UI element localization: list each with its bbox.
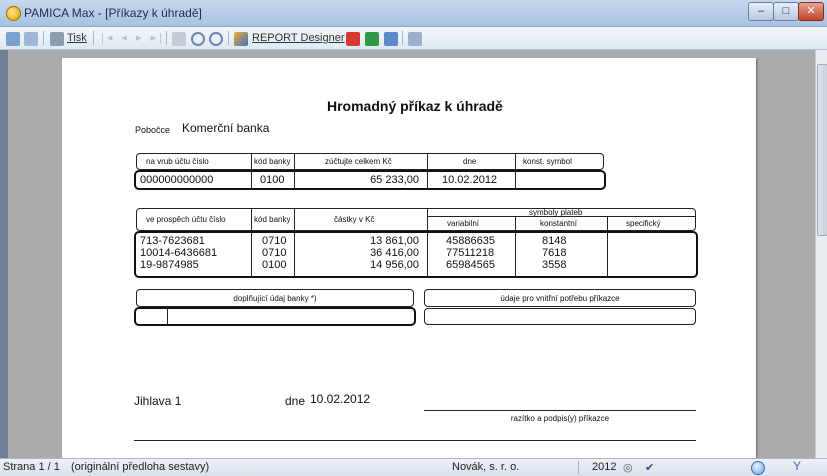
footer-line xyxy=(134,440,696,441)
database-icon[interactable]: ◎ xyxy=(623,461,633,474)
page-view-icon[interactable] xyxy=(172,32,186,46)
signature-label: razítko a podpis(y) příkazce xyxy=(510,414,610,423)
credit-account: 713-7623681 xyxy=(140,235,205,247)
debit-header-account: na vrub účtu číslo xyxy=(146,157,209,166)
help-icon[interactable] xyxy=(408,32,422,46)
status-company: Novák, s. r. o. xyxy=(452,461,520,473)
credit-constant-symbol: 7618 xyxy=(542,247,567,259)
document-page: Hromadný příkaz k úhradě Pobočce Komerčn… xyxy=(62,58,756,462)
zoom-out-icon[interactable] xyxy=(209,32,223,46)
debit-header-const: konst. symbol xyxy=(523,157,572,166)
credit-bank-code: 0710 xyxy=(262,235,287,247)
credit-header-account: ve prospěch účtu číslo xyxy=(146,215,226,224)
credit-amount: 13 861,00 xyxy=(370,235,419,247)
credit-header-symbols: symboly plateb xyxy=(529,208,583,217)
credit-variable-symbol: 45886635 xyxy=(446,235,495,247)
status-year: 2012 xyxy=(592,461,617,473)
status-template: (originální předloha sestavy) xyxy=(71,461,210,473)
maximize-button[interactable]: □ xyxy=(773,2,799,21)
print-button[interactable]: Tisk xyxy=(67,30,87,46)
credit-account: 10014-6436681 xyxy=(140,247,218,259)
antenna-icon[interactable]: Y xyxy=(793,459,801,473)
app-icon[interactable] xyxy=(6,6,21,21)
credit-header-bank: kód banky xyxy=(254,215,291,224)
credit-header-variable: variabilní xyxy=(447,219,480,228)
pen-icon[interactable]: ✔ xyxy=(645,461,654,474)
refresh-icon[interactable] xyxy=(24,32,38,46)
toolbar-separator xyxy=(402,31,403,45)
credit-bank-code: 0710 xyxy=(262,247,287,259)
date-label: dne xyxy=(285,394,306,408)
printer-icon[interactable] xyxy=(50,32,64,46)
toolbar-separator xyxy=(93,31,94,45)
place: Jihlava 1 xyxy=(134,394,182,408)
credit-variable-symbol: 77511218 xyxy=(446,247,495,259)
bank-info-label: doplňující údaj banky *) xyxy=(233,294,317,303)
bank-info-value-box xyxy=(134,307,416,326)
toolbar-separator xyxy=(166,31,167,45)
close-button[interactable]: ✕ xyxy=(798,2,824,21)
debit-account: 000000000000 xyxy=(140,174,214,186)
window-title: PAMICA Max - [Příkazy k úhradě] xyxy=(24,6,202,20)
debit-total: 65 233,00 xyxy=(370,174,419,186)
credit-amount: 36 416,00 xyxy=(370,247,419,259)
toolbar-separator xyxy=(43,31,44,45)
credit-constant-symbol: 3558 xyxy=(542,259,567,271)
status-page: Strana 1 / 1 xyxy=(3,461,60,473)
internal-label: údaje pro vnitřní potřebu příkazce xyxy=(500,294,620,303)
first-page-icon[interactable] xyxy=(6,32,20,46)
debit-date: 10.02.2012 xyxy=(442,174,498,186)
branch-value: Komerční banka xyxy=(182,121,270,135)
toolbar-separator xyxy=(228,31,229,45)
branch-label: Pobočce xyxy=(135,125,171,135)
document-title: Hromadný příkaz k úhradě xyxy=(327,98,503,114)
credit-header-constant: konstantní xyxy=(540,219,577,228)
credit-constant-symbol: 8148 xyxy=(542,235,567,247)
report-designer-icon[interactable] xyxy=(234,32,248,46)
debit-header-bank: kód banky xyxy=(254,157,291,166)
credit-account: 19-9874985 xyxy=(140,259,199,271)
status-bar: Strana 1 / 1 (originální předloha sestav… xyxy=(0,458,827,476)
credit-amount: 14 956,00 xyxy=(370,259,419,271)
export-icon[interactable] xyxy=(384,32,398,46)
signature-line xyxy=(424,410,696,411)
scrollbar-thumb[interactable] xyxy=(817,64,827,236)
date-value: 10.02.2012 xyxy=(310,392,371,406)
minimize-button[interactable]: – xyxy=(748,2,774,21)
debit-bank-code: 0100 xyxy=(260,174,285,186)
report-designer-button[interactable]: REPORT Designer xyxy=(252,30,345,46)
check-status-icon[interactable] xyxy=(751,461,765,475)
debit-header-date: dne xyxy=(463,157,477,166)
pdf-export-icon[interactable] xyxy=(346,32,360,46)
credit-variable-symbol: 65984565 xyxy=(446,259,495,271)
credit-bank-code: 0100 xyxy=(262,259,287,271)
debit-header-total: zúčtujte celkem Kč xyxy=(325,157,392,166)
credit-header-amount: částky v Kč xyxy=(334,215,375,224)
zoom-in-icon[interactable] xyxy=(191,32,205,46)
credit-header-specific: specifický xyxy=(626,219,661,228)
excel-export-icon[interactable] xyxy=(365,32,379,46)
page-navigation-icons[interactable]: |◂ ◂ ▸ ▸| xyxy=(101,30,165,46)
internal-value-box xyxy=(424,308,696,325)
vertical-scrollbar[interactable] xyxy=(815,50,827,458)
